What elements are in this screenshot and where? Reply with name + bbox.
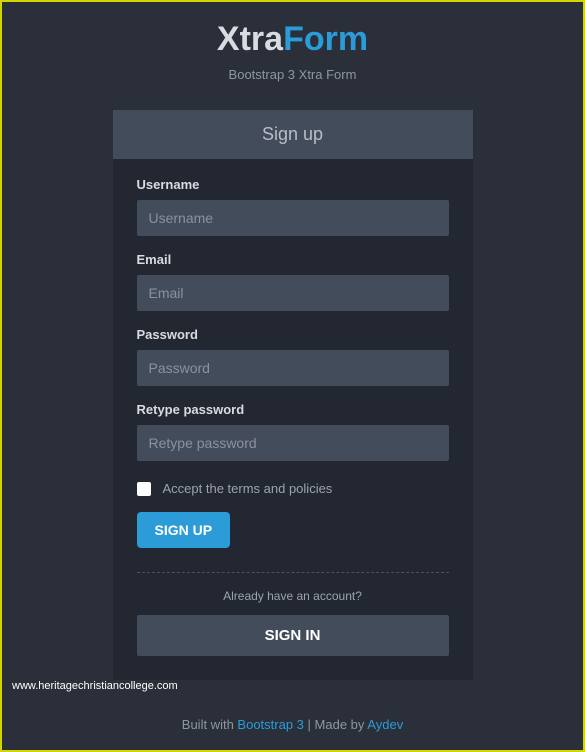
- subtitle: Bootstrap 3 Xtra Form: [229, 67, 357, 82]
- logo: XtraForm: [217, 20, 368, 59]
- logo-part1: Xtra: [217, 20, 283, 58]
- username-input[interactable]: [137, 200, 449, 236]
- username-group: Username: [137, 177, 449, 236]
- footer-separator: |: [304, 717, 315, 732]
- footer-built-with: Built with: [182, 717, 238, 732]
- password-group: Password: [137, 327, 449, 386]
- email-label: Email: [137, 252, 449, 267]
- email-input[interactable]: [137, 275, 449, 311]
- retype-input[interactable]: [137, 425, 449, 461]
- form-header: Sign up: [113, 110, 473, 159]
- password-label: Password: [137, 327, 449, 342]
- form-body: Username Email Password Retype password …: [113, 159, 473, 680]
- retype-label: Retype password: [137, 402, 449, 417]
- terms-checkbox[interactable]: [137, 482, 151, 496]
- footer-made-by: Made by: [315, 717, 368, 732]
- footer-bootstrap-link[interactable]: Bootstrap 3: [237, 717, 304, 732]
- username-label: Username: [137, 177, 449, 192]
- terms-checkbox-group[interactable]: Accept the terms and policies: [137, 481, 449, 496]
- signin-button[interactable]: SIGN IN: [137, 615, 449, 656]
- footer: Built with Bootstrap 3 | Made by Aydev: [2, 717, 583, 732]
- email-group: Email: [137, 252, 449, 311]
- signup-button[interactable]: SIGN UP: [137, 512, 231, 548]
- terms-label: Accept the terms and policies: [163, 481, 333, 496]
- divider: [137, 572, 449, 573]
- password-input[interactable]: [137, 350, 449, 386]
- footer-author-link[interactable]: Aydev: [367, 717, 403, 732]
- watermark: www.heritagechristiancollege.com: [12, 680, 178, 692]
- logo-part2: Form: [283, 20, 368, 58]
- already-have-account-text: Already have an account?: [137, 589, 449, 603]
- signup-form-card: Sign up Username Email Password Retype p…: [113, 110, 473, 680]
- retype-group: Retype password: [137, 402, 449, 461]
